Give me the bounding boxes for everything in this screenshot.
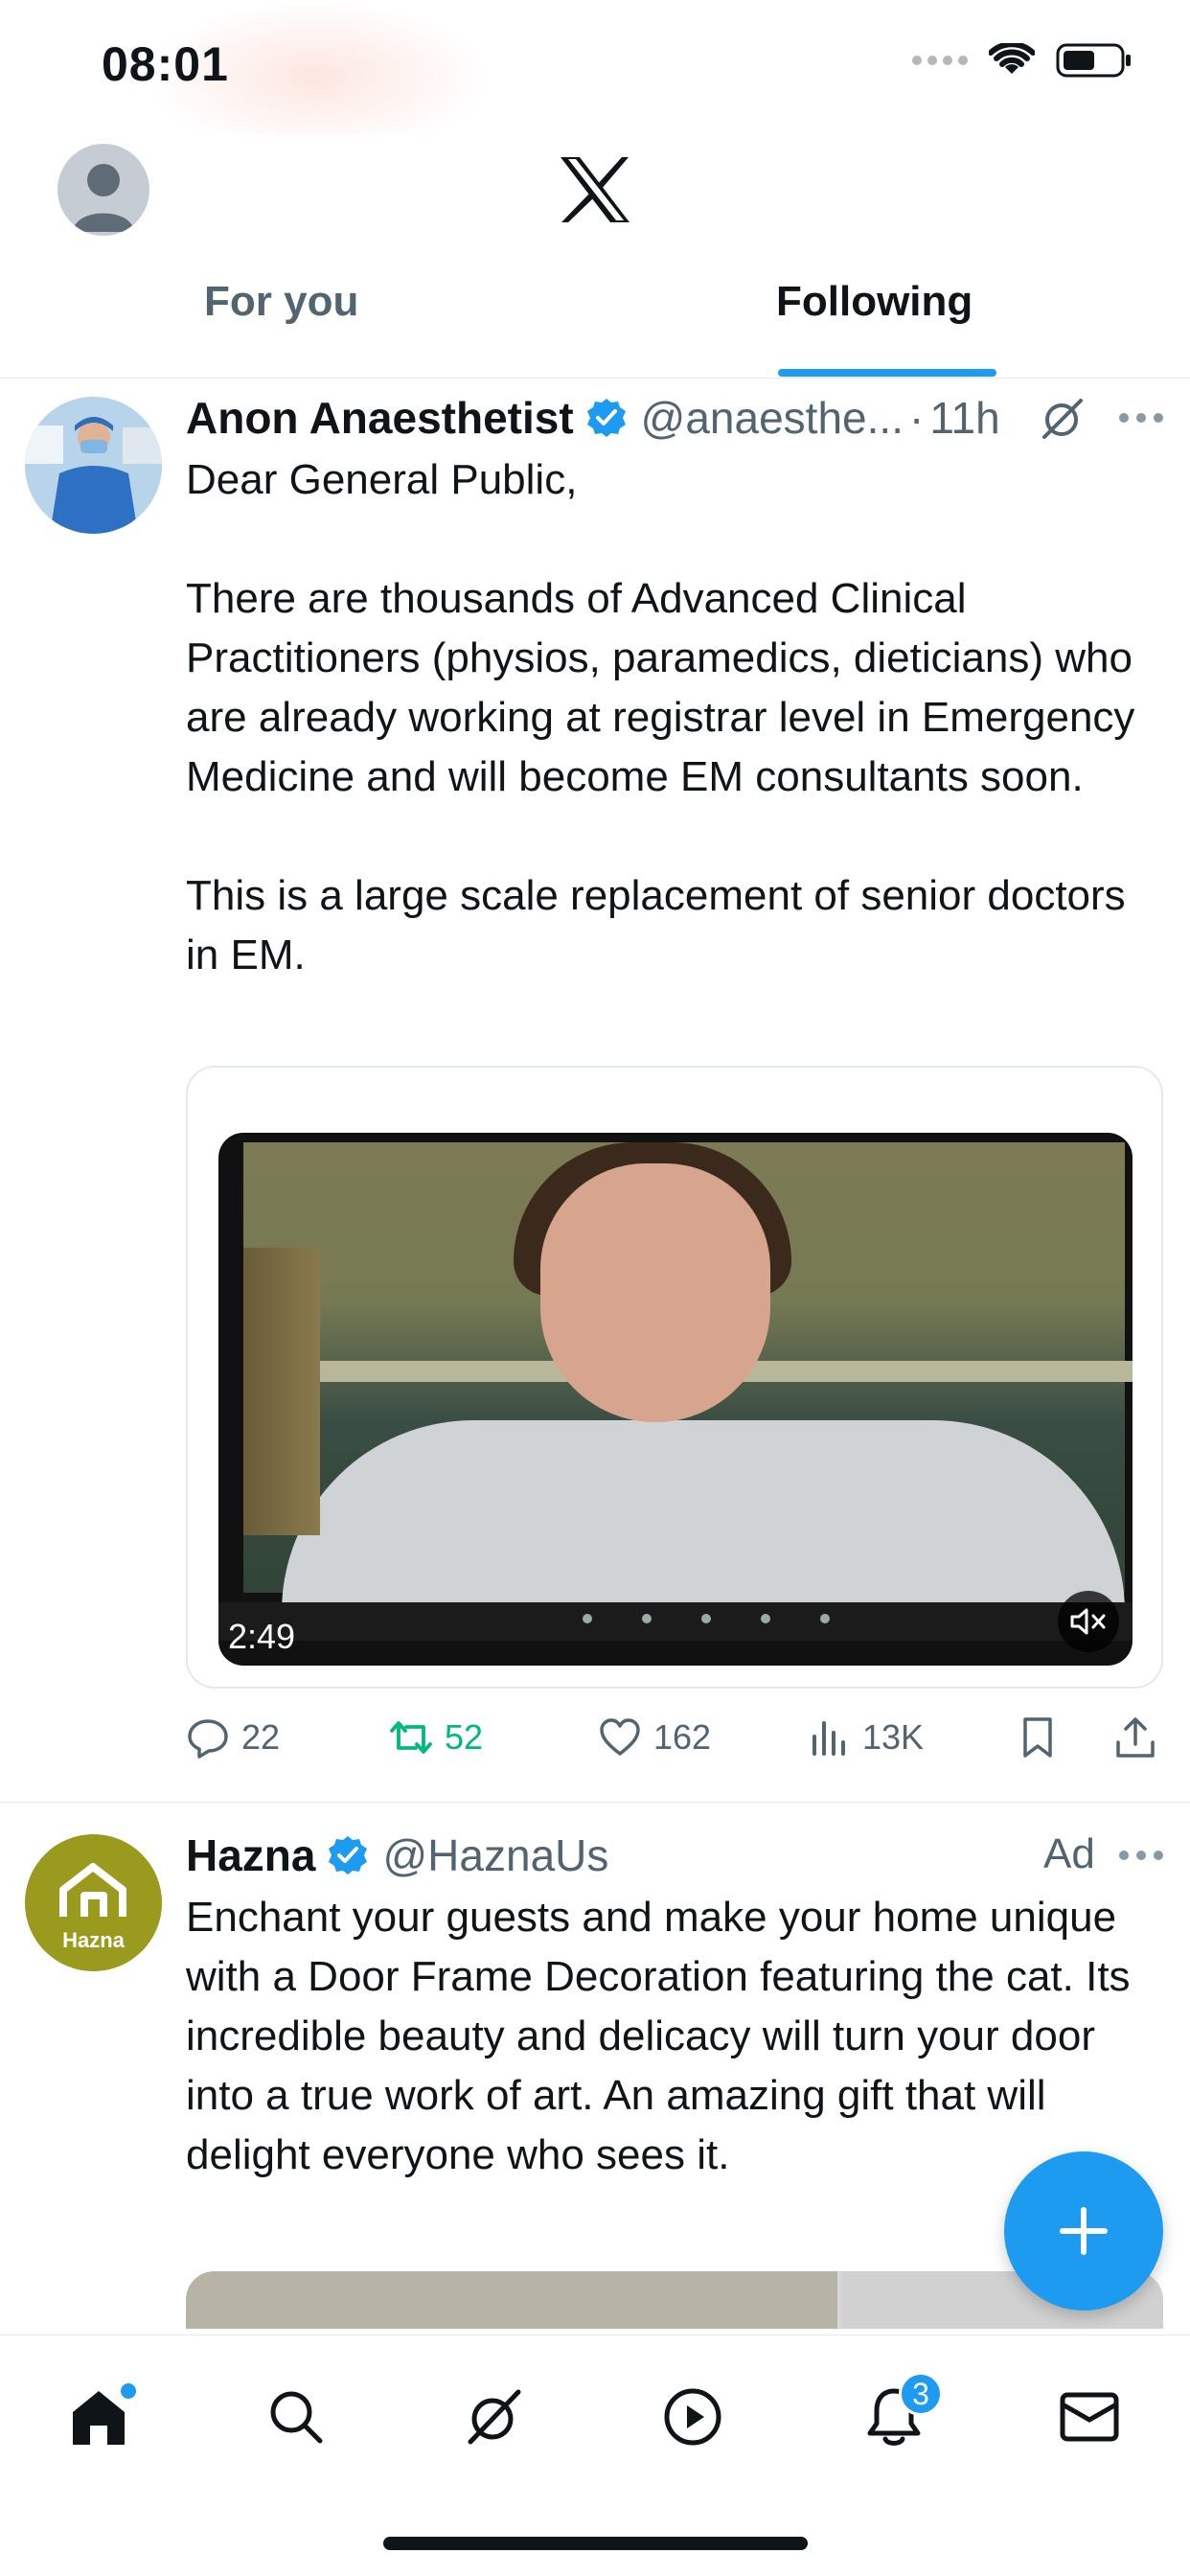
nav-notifications[interactable]: 3 — [851, 2372, 943, 2460]
home-indicator — [383, 2537, 808, 2550]
nav-messages[interactable] — [1046, 2374, 1133, 2460]
nav-search[interactable] — [253, 2374, 339, 2460]
mail-icon — [1060, 2392, 1119, 2442]
tweet-text: Enchant your guests and make your home u… — [186, 1894, 1131, 2178]
notification-badge: 3 — [899, 2372, 943, 2416]
nav-grok[interactable] — [450, 2374, 537, 2460]
grok-icon — [468, 2389, 521, 2445]
more-options-icon[interactable] — [1119, 1851, 1163, 1862]
new-posts-indicator — [121, 2383, 136, 2399]
nav-video[interactable] — [650, 2374, 736, 2460]
author-handle[interactable]: @HaznaUs — [382, 1829, 608, 1881]
nav-home[interactable] — [56, 2374, 142, 2460]
plus-icon — [1060, 2207, 1108, 2255]
author-name[interactable]: Hazna — [186, 1829, 315, 1881]
compose-button[interactable] — [1004, 2151, 1163, 2311]
author-avatar[interactable]: Hazna — [25, 1834, 162, 1971]
tweet-header: Hazna @HaznaUs — [186, 1827, 608, 1884]
search-icon — [270, 2391, 323, 2444]
ad-label: Ad — [1043, 1830, 1095, 1877]
promoted-tweet[interactable]: Hazna Hazna @HaznaUs Ad Enchant your gue… — [0, 0, 1190, 2334]
avatar-text: Hazna — [62, 1928, 125, 1952]
play-circle-icon — [664, 2388, 721, 2446]
verified-badge-icon — [329, 1836, 368, 1874]
ad-image[interactable] — [186, 2271, 1163, 2329]
